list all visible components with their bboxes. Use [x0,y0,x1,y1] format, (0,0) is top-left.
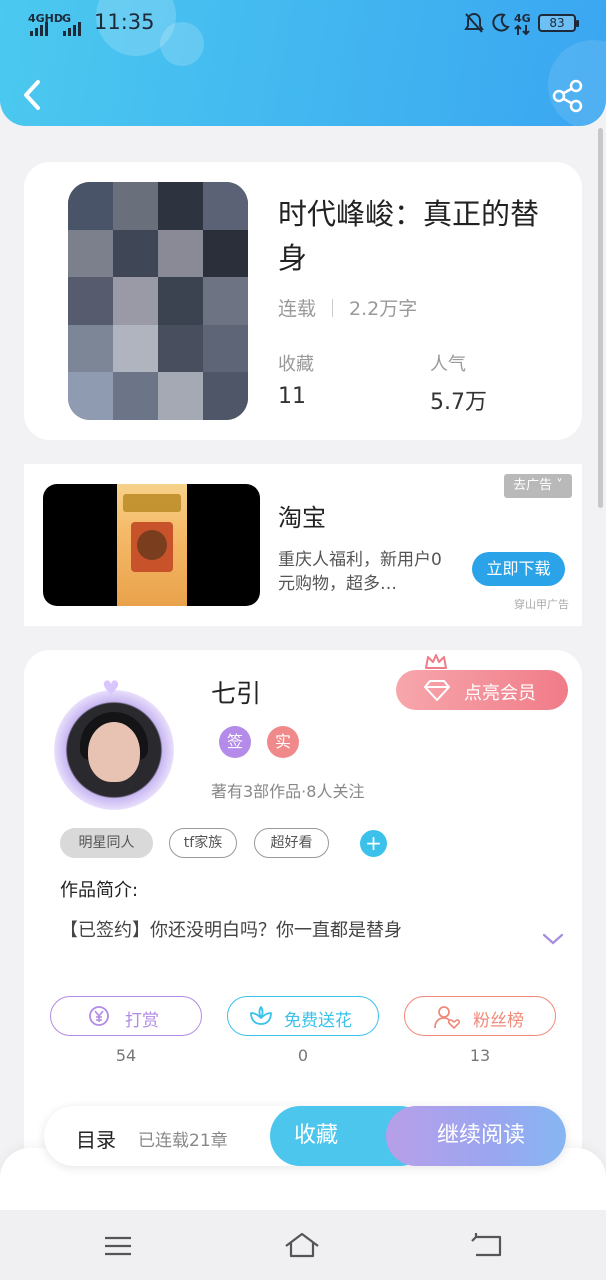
book-cover-image[interactable] [68,182,248,420]
continue-reading-button[interactable]: 继续阅读 [386,1106,566,1166]
battery-icon: 83 [538,14,579,32]
flower-icon [250,1006,272,1025]
divider [332,298,334,317]
heart-icon: ♥ [102,676,120,700]
yen-coin-icon [89,1006,109,1026]
home-icon[interactable] [282,1228,322,1264]
book-word-count: 2.2万字 [349,298,418,320]
ad-source: 穿山甲广告 [514,598,569,611]
notification-off-icon [464,12,484,33]
system-navigation-bar [0,1210,606,1280]
moon-icon [492,13,510,32]
fan-ranking-button[interactable]: 粉丝榜 [404,996,556,1036]
author-avatar[interactable]: ♥ [46,670,196,820]
fan-count: 13 [469,1046,491,1065]
signal-icon [63,22,81,36]
ad-banner[interactable]: 去广告 ˅ 淘宝 重庆人福利，新用户0元购物，超多… 立即下载 穿山甲广告 [24,464,582,626]
chevron-down-icon[interactable] [542,932,564,946]
intro-label: 作品简介: [60,880,139,901]
return-icon[interactable] [466,1228,506,1264]
chapter-count[interactable]: 已连载21章 [138,1126,228,1151]
flower-count: 0 [297,1046,309,1065]
author-card: ♥ 七引 点亮会员 签 实 著有3部作品·8人关注 明星同人 tf家族 超好看 … [24,650,582,1170]
signed-badge: 签 [219,726,251,758]
vip-activate-button[interactable]: 点亮会员 [396,670,568,710]
tip-label: 打赏 [125,1011,159,1031]
status-time: 11:35 [94,10,155,34]
fan-ranking-label: 粉丝榜 [473,1011,524,1031]
author-name[interactable]: 七引 [211,674,261,710]
toc-button[interactable]: 目录 [76,1124,116,1153]
bottom-action-bar: 目录 已连载21章 收藏 继续阅读 [44,1106,566,1166]
scrollbar[interactable] [598,128,603,508]
ad-product-image [117,484,187,606]
book-meta: 连载 2.2万字 [278,294,417,321]
ad-description: 重庆人福利，新用户0元购物，超多… [278,550,442,594]
remove-ad-button[interactable]: 去广告 ˅ [504,474,572,498]
book-title: 时代峰峻：真正的替身 [278,197,540,275]
send-flower-button[interactable]: 免费送花 [227,996,379,1036]
add-tag-button[interactable]: + [360,830,387,857]
fan-ranking-icon [434,1006,461,1030]
verified-badge: 实 [267,726,299,758]
status-bar: 4GHD G 11:35 4G 83 [0,0,606,48]
favorites-value: 11 [278,384,306,409]
favorites-button-label: 收藏 [294,1123,339,1148]
popularity-value: 5.7万 [430,390,487,415]
tag-chip[interactable]: 明星同人 [60,828,153,858]
ad-download-button[interactable]: 立即下载 [472,552,565,586]
author-info: 著有3部作品·8人关注 [211,782,365,801]
menu-icon[interactable] [98,1228,138,1264]
tag-chip[interactable]: 超好看 [254,828,329,858]
popularity-label: 人气 [430,354,466,375]
ad-title: 淘宝 [278,504,326,532]
tag-chip[interactable]: tf家族 [169,828,237,858]
vip-label: 点亮会员 [464,683,536,704]
share-icon[interactable] [550,78,586,114]
send-flower-label: 免费送花 [284,1011,352,1031]
back-icon[interactable] [18,76,52,114]
intro-text: 【已签约】你还没明白吗？你一直都是替身 [60,920,402,941]
data-arrows-icon [514,24,530,36]
favorites-label: 收藏 [278,354,314,375]
signal-icon [30,22,48,36]
header: 4GHD G 11:35 4G 83 [0,0,606,126]
diamond-icon [424,680,450,701]
ad-image[interactable] [43,484,260,606]
crown-icon [425,654,447,669]
tip-count: 54 [115,1046,137,1065]
book-status: 连载 [278,298,317,320]
tip-button[interactable]: 打赏 [50,996,202,1036]
book-info-card: 时代峰峻：真正的替身 连载 2.2万字 收藏 11 人气 5.7万 [24,162,582,440]
